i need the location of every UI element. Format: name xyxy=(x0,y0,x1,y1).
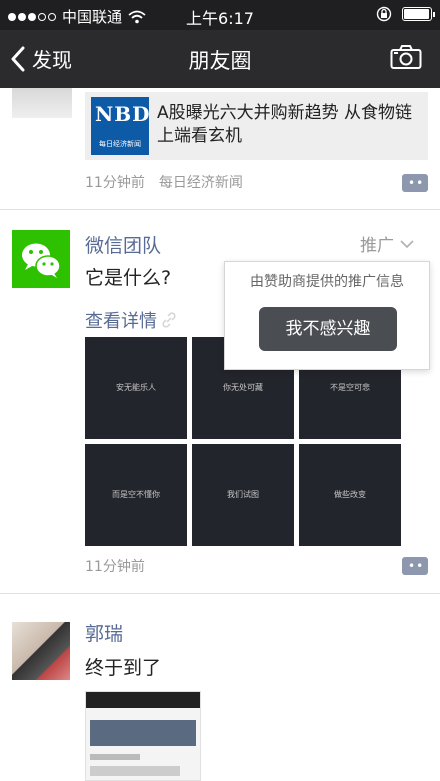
chevron-down-icon xyxy=(400,239,414,248)
battery-icon xyxy=(402,7,435,21)
post-time: 11分钟前 xyxy=(85,175,145,191)
post-time: 11分钟前 xyxy=(85,559,145,575)
link-icon xyxy=(162,312,176,328)
not-interested-button[interactable]: 我不感兴趣 xyxy=(259,307,397,351)
wechat-logo-icon[interactable] xyxy=(12,230,70,288)
grid-image[interactable]: 做些改变 xyxy=(299,444,401,546)
status-time: 上午6:17 xyxy=(186,9,254,28)
view-details-link[interactable]: 查看详情 xyxy=(85,307,177,333)
status-right xyxy=(376,6,435,22)
rotation-lock-icon xyxy=(376,6,392,22)
feed-post: 郭瑞 终于到了 xyxy=(0,595,440,781)
article-title: A股曝光六大并购新趋势 从食物链上端看玄机 xyxy=(157,103,413,146)
camera-icon xyxy=(390,45,422,69)
comment-button[interactable] xyxy=(402,174,428,192)
post-author[interactable]: 微信团队 xyxy=(85,231,161,258)
grid-image[interactable]: 我们试图 xyxy=(192,444,294,546)
camera-button[interactable] xyxy=(390,44,422,74)
view-details-label: 查看详情 xyxy=(85,311,157,332)
post-text: 它是什么? xyxy=(85,267,172,289)
popover-info: 由赞助商提供的推广信息 xyxy=(250,274,404,290)
moments-feed[interactable]: NBD 每日经济新闻 A股曝光六大并购新趋势 从食物链上端看玄机 11分钟前 每… xyxy=(0,88,440,781)
grid-image[interactable]: 安无能乐人 xyxy=(85,337,187,439)
article-thumbnail: NBD 每日经济新闻 xyxy=(91,97,151,155)
promo-label[interactable]: 推广 xyxy=(360,231,414,256)
nbd-logo: NBD xyxy=(95,102,151,126)
post-text: 终于到了 xyxy=(85,657,162,679)
feed-post: NBD 每日经济新闻 A股曝光六大并购新趋势 从食物链上端看玄机 11分钟前 每… xyxy=(0,88,440,210)
grid-image[interactable]: 而是空不懂你 xyxy=(85,444,187,546)
nav-bar: 发现 朋友圈 xyxy=(0,30,440,88)
nbd-logo-subtitle: 每日经济新闻 xyxy=(99,140,141,148)
status-bar: 中国联通 上午6:17 xyxy=(0,0,440,30)
comment-button[interactable] xyxy=(402,557,428,575)
page-title: 朋友圈 xyxy=(188,49,252,73)
promo-popover: 由赞助商提供的推广信息 我不感兴趣 xyxy=(224,261,430,370)
post-source[interactable]: 每日经济新闻 xyxy=(159,172,243,192)
post-image[interactable] xyxy=(85,691,201,781)
avatar[interactable] xyxy=(12,622,70,680)
post-author[interactable]: 郭瑞 xyxy=(85,619,123,646)
post-meta: 11分钟前 每日经济新闻 xyxy=(85,172,243,192)
avatar[interactable] xyxy=(12,88,72,118)
shared-article-card[interactable]: NBD 每日经济新闻 A股曝光六大并购新趋势 从食物链上端看玄机 xyxy=(85,92,428,160)
promo-text: 推广 xyxy=(360,236,394,256)
